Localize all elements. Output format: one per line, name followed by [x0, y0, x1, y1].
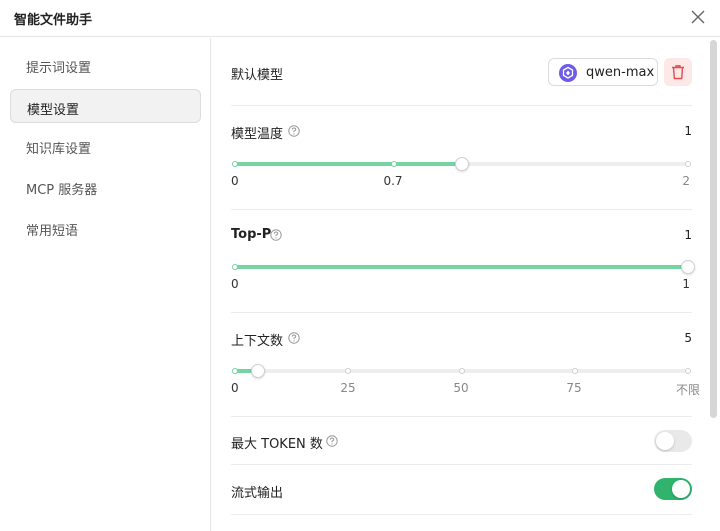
qwen-logo-icon — [559, 64, 577, 82]
streaming-output-toggle[interactable] — [654, 478, 692, 500]
context-tick-0: 0 — [231, 381, 239, 395]
context-tick-unlimited: 不限 — [675, 383, 700, 397]
slider-mark — [685, 161, 691, 167]
top-p-value: 1 — [684, 228, 692, 242]
window-title: 智能文件助手 — [14, 13, 93, 28]
sidebar-item-label: 常用短语 — [26, 224, 79, 239]
sidebar-item-model-settings[interactable]: 模型设置 — [10, 89, 201, 123]
context-count-value: 5 — [684, 331, 692, 345]
divider — [231, 416, 692, 417]
sidebar-item-label: 模型设置 — [27, 103, 80, 118]
sidebar-item-label: MCP 服务器 — [26, 183, 98, 198]
context-count-label: 上下文数 — [231, 334, 284, 349]
delete-model-button[interactable] — [664, 58, 692, 86]
temperature-tick-min: 0 — [231, 174, 239, 188]
slider-fill — [235, 162, 462, 166]
context-tick-75: 75 — [566, 381, 582, 395]
max-token-label: 最大 TOKEN 数 — [231, 437, 323, 452]
help-icon[interactable] — [326, 435, 338, 447]
divider — [231, 514, 692, 515]
settings-sidebar: 提示词设置 模型设置 知识库设置 MCP 服务器 常用短语 — [0, 38, 211, 531]
temperature-tick-max: 2 — [682, 174, 690, 188]
slider-mark — [390, 161, 397, 167]
temperature-value: 1 — [684, 124, 692, 138]
toggle-knob — [672, 480, 690, 498]
slider-mark — [571, 368, 578, 374]
help-icon[interactable] — [288, 125, 300, 137]
temperature-tick-default: 0.7 — [383, 174, 403, 188]
streaming-output-label: 流式输出 — [231, 486, 284, 501]
slider-mark — [685, 368, 691, 374]
close-icon[interactable] — [688, 7, 708, 27]
help-icon[interactable] — [270, 229, 282, 241]
slider-mark — [458, 368, 465, 374]
slider-mark — [345, 368, 352, 374]
slider-mark — [232, 264, 238, 270]
help-icon[interactable] — [288, 332, 300, 344]
divider — [231, 312, 692, 313]
sidebar-item-label: 提示词设置 — [26, 61, 92, 76]
top-p-tick-max: 1 — [682, 277, 690, 291]
temperature-label: 模型温度 — [231, 127, 284, 142]
divider — [231, 105, 692, 106]
top-p-label: Top-P — [231, 227, 272, 242]
context-count-slider[interactable] — [232, 361, 691, 381]
max-token-toggle[interactable] — [654, 430, 692, 452]
context-tick-50: 50 — [453, 381, 469, 395]
model-select-button[interactable]: qwen-max — [548, 58, 658, 86]
divider — [231, 209, 692, 210]
sidebar-item-prompt-settings[interactable]: 提示词设置 — [10, 48, 201, 82]
title-bar: 智能文件助手 — [0, 0, 720, 37]
slider-mark — [232, 368, 238, 374]
top-p-slider[interactable] — [232, 257, 695, 277]
model-name: qwen-max — [586, 65, 655, 80]
slider-mark — [232, 161, 238, 167]
context-tick-25: 25 — [340, 381, 356, 395]
slider-thumb[interactable] — [681, 260, 695, 274]
slider-fill — [235, 265, 688, 269]
slider-thumb[interactable] — [250, 364, 265, 378]
model-settings-panel: 默认模型 qwen-max 模型温度 1 0 0.7 2 Top-P 1 0 1… — [212, 38, 720, 531]
slider-thumb[interactable] — [454, 157, 469, 171]
sidebar-item-mcp-server[interactable]: MCP 服务器 — [10, 170, 201, 204]
default-model-label: 默认模型 — [231, 68, 284, 83]
sidebar-item-knowledge-base[interactable]: 知识库设置 — [10, 129, 201, 163]
scrollbar[interactable] — [710, 40, 717, 418]
toggle-knob — [656, 432, 674, 450]
temperature-slider[interactable] — [232, 154, 691, 174]
top-p-tick-min: 0 — [231, 277, 239, 291]
sidebar-item-common-phrases[interactable]: 常用短语 — [10, 211, 201, 245]
divider — [231, 464, 692, 465]
sidebar-item-label: 知识库设置 — [26, 142, 92, 157]
